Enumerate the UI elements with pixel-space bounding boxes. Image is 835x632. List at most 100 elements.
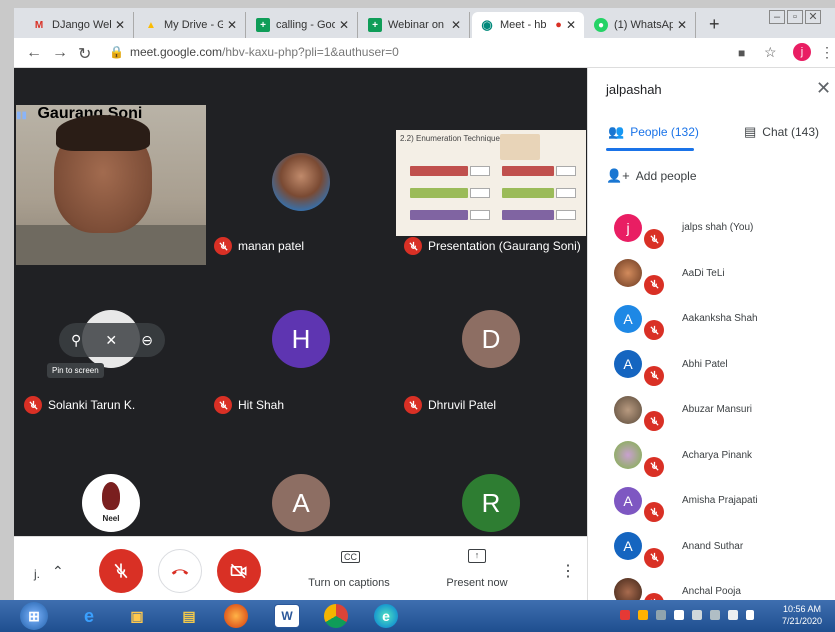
signal-icon[interactable] — [728, 610, 738, 620]
list-item[interactable]: A Abhi Patel — [588, 342, 835, 388]
presentation-slide: 2.2) Enumeration Techniques — [396, 130, 586, 236]
mic-off-icon — [214, 396, 232, 414]
drive-icon: ▲ — [146, 19, 156, 31]
internet-explorer-icon[interactable]: e — [76, 604, 102, 628]
mic-off-icon — [404, 237, 422, 255]
url-field[interactable]: 🔒 meet.google.com/hbv-kaxu-php?pli=1&auth… — [109, 45, 399, 59]
present-icon[interactable]: ↑ — [468, 549, 486, 563]
add-people-button[interactable]: 👤+ Add people — [606, 168, 697, 184]
mic-toggle-button[interactable] — [99, 549, 143, 593]
minimize-button[interactable]: – — [769, 10, 785, 24]
video-tile-presentation[interactable]: 2.2) Enumeration Techniques Presentation… — [396, 105, 587, 263]
tab-drive[interactable]: ▲ My Drive - Go ✕ — [136, 12, 246, 38]
video-tile-hit[interactable]: H Hit Shah — [206, 264, 396, 422]
tab-sheets-calling[interactable]: + calling - Goog ✕ — [248, 12, 358, 38]
tile-name: Solanki Tarun K. — [24, 396, 135, 414]
tooltip: Pin to screen — [47, 363, 104, 378]
slide-box — [556, 188, 576, 198]
slide-image — [500, 134, 540, 160]
video-tile-neel[interactable]: Neel — [16, 438, 206, 538]
chrome-icon[interactable] — [324, 604, 348, 628]
profile-avatar[interactable]: j — [793, 43, 811, 61]
list-item[interactable]: A Amisha Prajapati — [588, 478, 835, 524]
leave-call-button[interactable] — [158, 549, 202, 593]
video-tile-manan[interactable]: manan patel — [206, 105, 396, 263]
participant-list: j jalps shah (You) AaDi TeLi A Aakanksha… — [588, 205, 835, 615]
tray-icon[interactable] — [692, 610, 702, 620]
avatar — [614, 259, 642, 288]
avatar: A — [614, 486, 642, 515]
remove-participant-icon[interactable]: ⊖ — [141, 332, 153, 349]
menu-dots-icon[interactable]: ⋮ — [820, 44, 834, 61]
tile-name: manan patel — [214, 237, 304, 255]
close-icon[interactable]: ✕ — [451, 18, 461, 32]
list-item[interactable]: A Anand Suthar — [588, 524, 835, 570]
hangup-icon — [171, 569, 189, 575]
reload-icon[interactable]: ↻ — [78, 44, 91, 64]
video-frame-hair — [56, 115, 150, 151]
close-window-button[interactable]: ✕ — [805, 10, 821, 24]
taskbar: ⊞ e ▣ ▤ W e 10:56 AM 7/21/2020 — [0, 600, 835, 632]
meet-icon: ◉ — [481, 17, 493, 32]
network-icon[interactable] — [710, 610, 720, 620]
media-player-icon[interactable]: ▣ — [124, 604, 150, 628]
video-tile-dhruvil[interactable]: D Dhruvil Patel — [396, 264, 587, 422]
word-icon[interactable]: W — [274, 604, 300, 628]
slide-box — [410, 210, 468, 220]
close-icon[interactable]: ✕ — [227, 18, 237, 32]
close-icon[interactable]: ✕ — [339, 18, 349, 32]
tray-icon[interactable] — [656, 610, 666, 620]
close-icon[interactable]: ✕ — [115, 18, 125, 32]
start-button-icon[interactable]: ⊞ — [20, 602, 48, 630]
bluetooth-icon[interactable] — [674, 610, 684, 620]
close-icon[interactable]: ✕ — [566, 18, 576, 32]
video-tile-r[interactable]: R — [396, 438, 587, 538]
file-explorer-icon[interactable]: ▤ — [176, 604, 202, 628]
video-tile-a[interactable]: A — [206, 438, 396, 538]
tab-meet[interactable]: ◉ Meet - hb ● ✕ — [472, 12, 584, 38]
list-item[interactable]: A Aakanksha Shah — [588, 296, 835, 342]
slide-title: 2.2) Enumeration Techniques — [400, 134, 504, 143]
chat-icon: ▤ — [744, 124, 757, 139]
call-controls: j. ⌃ CC Turn on captions ↑ Present now ⋮ — [14, 536, 587, 608]
camera-indicator-icon[interactable]: ■ — [738, 46, 745, 60]
forward-arrow-icon[interactable]: → — [52, 44, 68, 62]
list-item[interactable]: Abuzar Mansuri — [588, 387, 835, 433]
tray-icon[interactable] — [638, 610, 648, 620]
mute-participant-icon[interactable]: ✕ — [105, 332, 117, 349]
list-item[interactable]: AaDi TeLi — [588, 251, 835, 297]
tab-gmail[interactable]: M DJango Webin ✕ — [24, 12, 134, 38]
list-item[interactable]: Acharya Pinank — [588, 433, 835, 479]
close-icon[interactable]: ✕ — [677, 18, 687, 32]
pin-icon[interactable]: ⚲ — [71, 332, 81, 349]
avatar — [272, 153, 330, 211]
back-arrow-icon[interactable]: ← — [26, 44, 42, 62]
captions-button[interactable]: Turn on captions — [304, 577, 394, 589]
tab-whatsapp[interactable]: ● (1) WhatsApp ✕ — [586, 12, 696, 38]
captions-icon[interactable]: CC — [341, 551, 360, 563]
new-tab-button[interactable]: + — [709, 14, 720, 35]
avatar: R — [462, 474, 520, 532]
tab-sheets-webinar[interactable]: + Webinar on N ✕ — [360, 12, 470, 38]
tray-icon[interactable] — [620, 610, 630, 620]
chevron-up-icon[interactable]: ⌃ — [52, 563, 64, 580]
present-now-button[interactable]: Present now — [439, 577, 515, 589]
firefox-icon[interactable] — [224, 604, 248, 628]
logo-mark — [102, 482, 120, 510]
maximize-button[interactable]: ▫ — [787, 10, 803, 24]
mic-off-icon — [644, 274, 664, 295]
close-icon[interactable]: ✕ — [816, 78, 831, 99]
list-item[interactable]: j jalps shah (You) — [588, 205, 835, 251]
video-tile-gaurang[interactable]: ▮▮ Gaurang Soni — [16, 105, 206, 265]
bookmark-star-icon[interactable]: ☆ — [764, 44, 777, 61]
whatsapp-icon: ● — [594, 18, 608, 32]
more-options-icon[interactable]: ⋮ — [560, 561, 576, 581]
tab-chat[interactable]: ▤ Chat (143) — [744, 124, 819, 140]
edge-icon[interactable]: e — [374, 604, 398, 628]
volume-icon[interactable] — [746, 610, 754, 620]
camera-toggle-button[interactable] — [217, 549, 261, 593]
tab-people[interactable]: 👥 People (132) — [608, 124, 699, 140]
avatar — [614, 441, 642, 470]
system-clock[interactable]: 10:56 AM 7/21/2020 — [782, 603, 822, 627]
mic-off-icon — [24, 396, 42, 414]
